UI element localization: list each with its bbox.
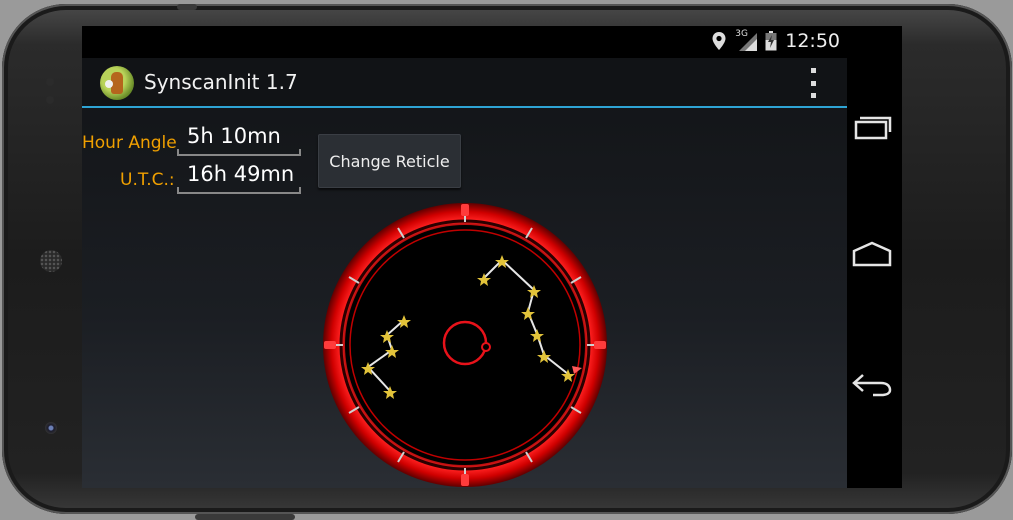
battery-icon	[765, 31, 777, 51]
overflow-menu-icon[interactable]	[805, 68, 821, 98]
app-content: SynscanInit 1.7 Hour Angle 5h 10mn U.T.C…	[82, 58, 847, 488]
polaris-position-marker	[481, 342, 491, 352]
back-icon[interactable]	[850, 364, 894, 404]
reticle-field	[345, 225, 585, 465]
light-sensor	[46, 96, 54, 104]
phone-top-edge	[177, 4, 197, 10]
location-icon	[712, 32, 726, 50]
device-screen: 3G 12:50 SynscanInit 1.7 Hour Angle 5h 1…	[82, 26, 902, 488]
hour-angle-label: Hour Angle	[82, 133, 177, 153]
action-bar: SynscanInit 1.7	[82, 58, 847, 108]
recents-icon[interactable]	[850, 108, 894, 148]
utc-field[interactable]: 16h 49mn	[177, 162, 301, 194]
front-camera	[45, 422, 57, 434]
app-logo-icon[interactable]	[100, 66, 134, 100]
hour-angle-field[interactable]: 5h 10mn	[177, 124, 301, 156]
utc-label: U.T.C.:	[120, 170, 175, 190]
proximity-sensor	[46, 78, 54, 86]
navigation-bar	[820, 26, 900, 488]
polar-reticle[interactable]	[322, 202, 608, 488]
signal-icon: 3G	[735, 29, 758, 51]
speaker-grill	[40, 250, 62, 272]
home-icon[interactable]	[850, 234, 894, 274]
app-title: SynscanInit 1.7	[144, 70, 298, 94]
status-bar: 3G 12:50	[82, 26, 902, 58]
phone-bottom-edge	[195, 514, 295, 520]
change-reticle-button[interactable]: Change Reticle	[318, 134, 461, 188]
